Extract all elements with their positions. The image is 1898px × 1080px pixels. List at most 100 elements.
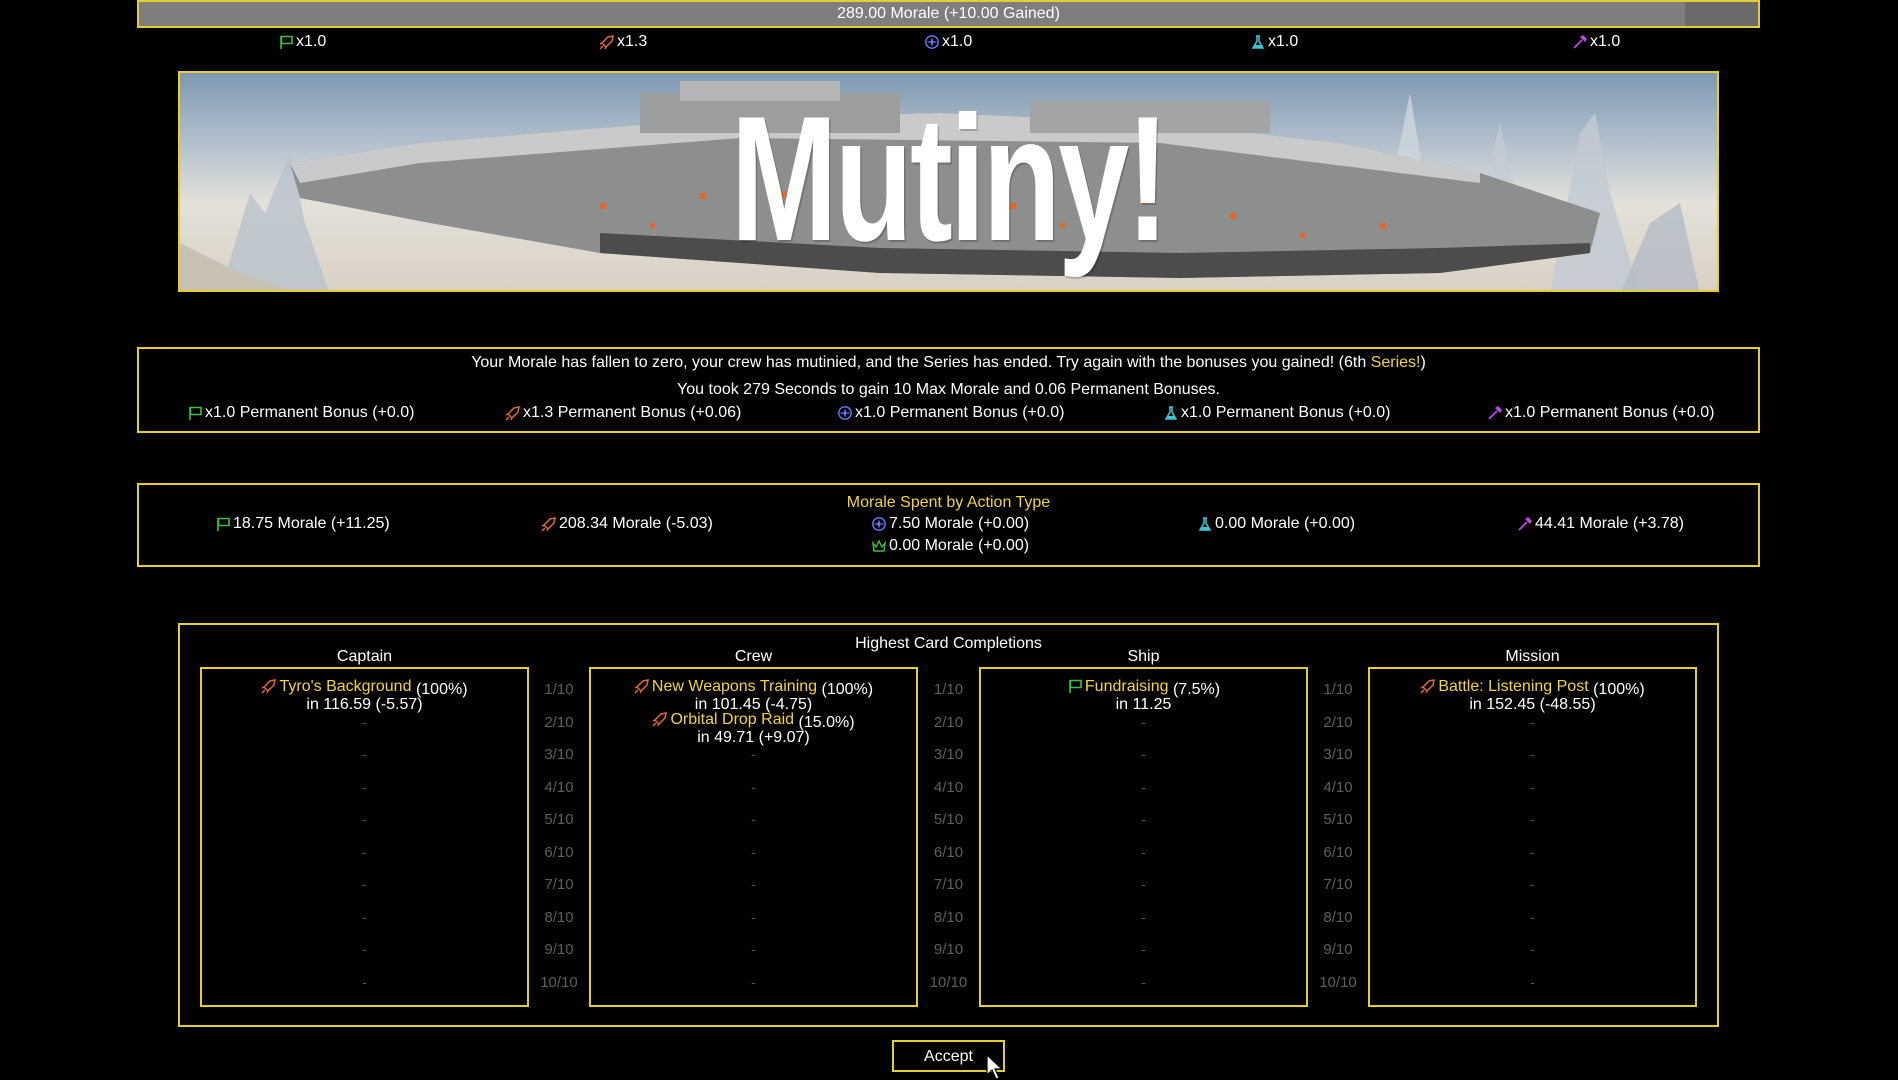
card-completions-panel: Highest Card Completions Captain Tyro's B… <box>178 623 1719 1027</box>
empty-slot: - <box>362 974 367 990</box>
empty-slot: - <box>362 811 367 827</box>
card-time: in 11.25 <box>1115 696 1172 713</box>
mutiny-result-panel: Your Morale has fallen to zero, your cre… <box>137 347 1760 433</box>
empty-slot: - <box>1141 909 1146 925</box>
empty-slot: - <box>751 974 756 990</box>
banner-title: Mutiny! <box>730 79 1169 278</box>
flag-icon <box>1069 679 1082 693</box>
empty-slot: - <box>362 746 367 762</box>
flask-icon <box>1198 517 1212 531</box>
empty-slot: - <box>1530 876 1535 892</box>
rank-label: 9/10 <box>544 941 574 958</box>
permanent-bonus-text: x1.0 Permanent Bonus (+0.0) <box>205 404 415 421</box>
empty-slot: - <box>1530 844 1535 860</box>
permanent-bonus-rocket: x1.3 Permanent Bonus (+0.06) <box>505 403 741 423</box>
morale-spent-crown: 0.00 Morale (+0.00) <box>871 536 1029 556</box>
rocket-icon <box>634 679 649 694</box>
morale-spent-text: 0.00 Morale (+0.00) <box>1215 515 1356 532</box>
column-title-ship: Ship <box>1127 648 1160 665</box>
rank-label: 5/10 <box>933 811 964 828</box>
series-link[interactable]: Series! <box>1371 354 1421 371</box>
rank-label: 7/10 <box>544 876 574 893</box>
rocket-icon <box>1420 679 1436 694</box>
card-percent: (100%) <box>415 681 468 698</box>
empty-slot: - <box>1530 811 1535 827</box>
empty-slot: - <box>1530 714 1535 730</box>
rocket-icon <box>541 517 556 532</box>
flag-icon <box>280 35 293 49</box>
multiplier-rocket: x1.3 <box>599 31 647 53</box>
empty-slot: - <box>1530 941 1535 957</box>
morale-spent-rocket: 208.34 Morale (-5.03) <box>541 514 713 534</box>
card-name[interactable]: Orbital Drop Raid <box>670 711 794 727</box>
empty-slot: - <box>751 811 756 827</box>
rank-label: 10/10 <box>540 974 578 991</box>
empty-slot: - <box>362 909 367 925</box>
empty-slot: - <box>1141 876 1146 892</box>
card-entry: Fundraising (7.5%) in 11.25 <box>981 678 1306 713</box>
empty-slot: - <box>751 941 756 957</box>
rank-label: 2/10 <box>933 714 964 731</box>
empty-slot: - <box>1530 779 1535 795</box>
card-name[interactable]: New Weapons Training <box>652 678 817 694</box>
empty-slot: - <box>751 746 756 762</box>
multiplier-flask: x1.0 <box>1250 31 1298 53</box>
rank-label: 7/10 <box>933 876 964 893</box>
card-name[interactable]: Fundraising <box>1085 678 1169 694</box>
rank-label: 6/10 <box>1323 844 1353 861</box>
multiplier-value: x1.3 <box>617 33 648 50</box>
empty-slot: - <box>1141 941 1146 957</box>
crown-icon <box>871 539 887 552</box>
rank-label: 8/10 <box>1323 909 1353 926</box>
morale-spent-hammer: 44.41 Morale (+3.78) <box>1517 514 1684 534</box>
card-entry: Tyro's Background (100%) in 116.59 (-5.57… <box>202 678 527 713</box>
rank-label: 2/10 <box>544 714 574 731</box>
card-name[interactable]: Battle: Listening Post <box>1438 678 1588 694</box>
rank-label: 4/10 <box>933 779 964 796</box>
multiplier-value: x1.0 <box>1590 33 1621 50</box>
rank-label: 6/10 <box>544 844 574 861</box>
card-entry: New Weapons Training (100%) in 101.45 (-4… <box>591 678 916 713</box>
flag-icon <box>217 517 230 531</box>
empty-slot: - <box>1141 714 1146 730</box>
morale-bar-text: 289.00 Morale (+10.00 Gained) <box>837 5 1060 22</box>
empty-slot: - <box>1141 974 1146 990</box>
card-entry: Battle: Listening Post (100%) in 152.45 (… <box>1370 678 1695 713</box>
empty-slot: - <box>362 941 367 957</box>
empty-slot: - <box>1530 974 1535 990</box>
empty-slot: - <box>1530 909 1535 925</box>
permanent-bonus-hammer: x1.0 Permanent Bonus (+0.0) <box>1487 403 1714 423</box>
rank-label: 10/10 <box>929 974 968 991</box>
flask-icon <box>1164 406 1178 420</box>
empty-slot: - <box>751 876 756 892</box>
hammer-icon <box>1488 406 1502 420</box>
rank-label: 4/10 <box>1323 779 1353 796</box>
morale-spent-text: 208.34 Morale (-5.03) <box>559 515 713 532</box>
rocket-icon <box>652 712 668 727</box>
flask-icon <box>1251 35 1265 49</box>
card-percent: (100%) <box>1593 681 1645 698</box>
card-percent: (7.5%) <box>1172 681 1221 698</box>
empty-slot: - <box>751 779 756 795</box>
empty-slot: - <box>362 714 367 730</box>
card-percent: (100%) <box>821 681 874 698</box>
morale-spent-flag: 18.75 Morale (+11.25) <box>215 514 390 534</box>
permanent-bonus-compass: x1.0 Permanent Bonus (+0.0) <box>837 403 1064 423</box>
empty-slot: - <box>751 844 756 860</box>
card-list-ship: Fundraising (7.5%) in 11.25- - - - - - - - - <box>979 667 1308 1007</box>
rank-label: 9/10 <box>1323 941 1353 958</box>
rocket-icon <box>505 406 520 421</box>
multiplier-hammer: x1.0 <box>1572 31 1620 53</box>
rank-label: 7/10 <box>1323 876 1353 893</box>
mouse-cursor-icon <box>986 1054 1004 1080</box>
rank-label: 6/10 <box>933 844 964 861</box>
morale-spent-text: 0.00 Morale (+0.00) <box>889 537 1030 554</box>
card-time: in 49.71 (+9.07) <box>697 729 810 746</box>
card-name[interactable]: Tyro's Background <box>279 678 411 694</box>
card-time: in 116.59 (-5.57) <box>306 696 423 713</box>
hammer-icon <box>1518 517 1532 531</box>
morale-spent-text: 18.75 Morale (+11.25) <box>233 515 390 532</box>
empty-slot: - <box>751 909 756 925</box>
morale-spent-text: 7.50 Morale (+0.00) <box>889 515 1030 532</box>
compass-icon <box>838 406 852 420</box>
